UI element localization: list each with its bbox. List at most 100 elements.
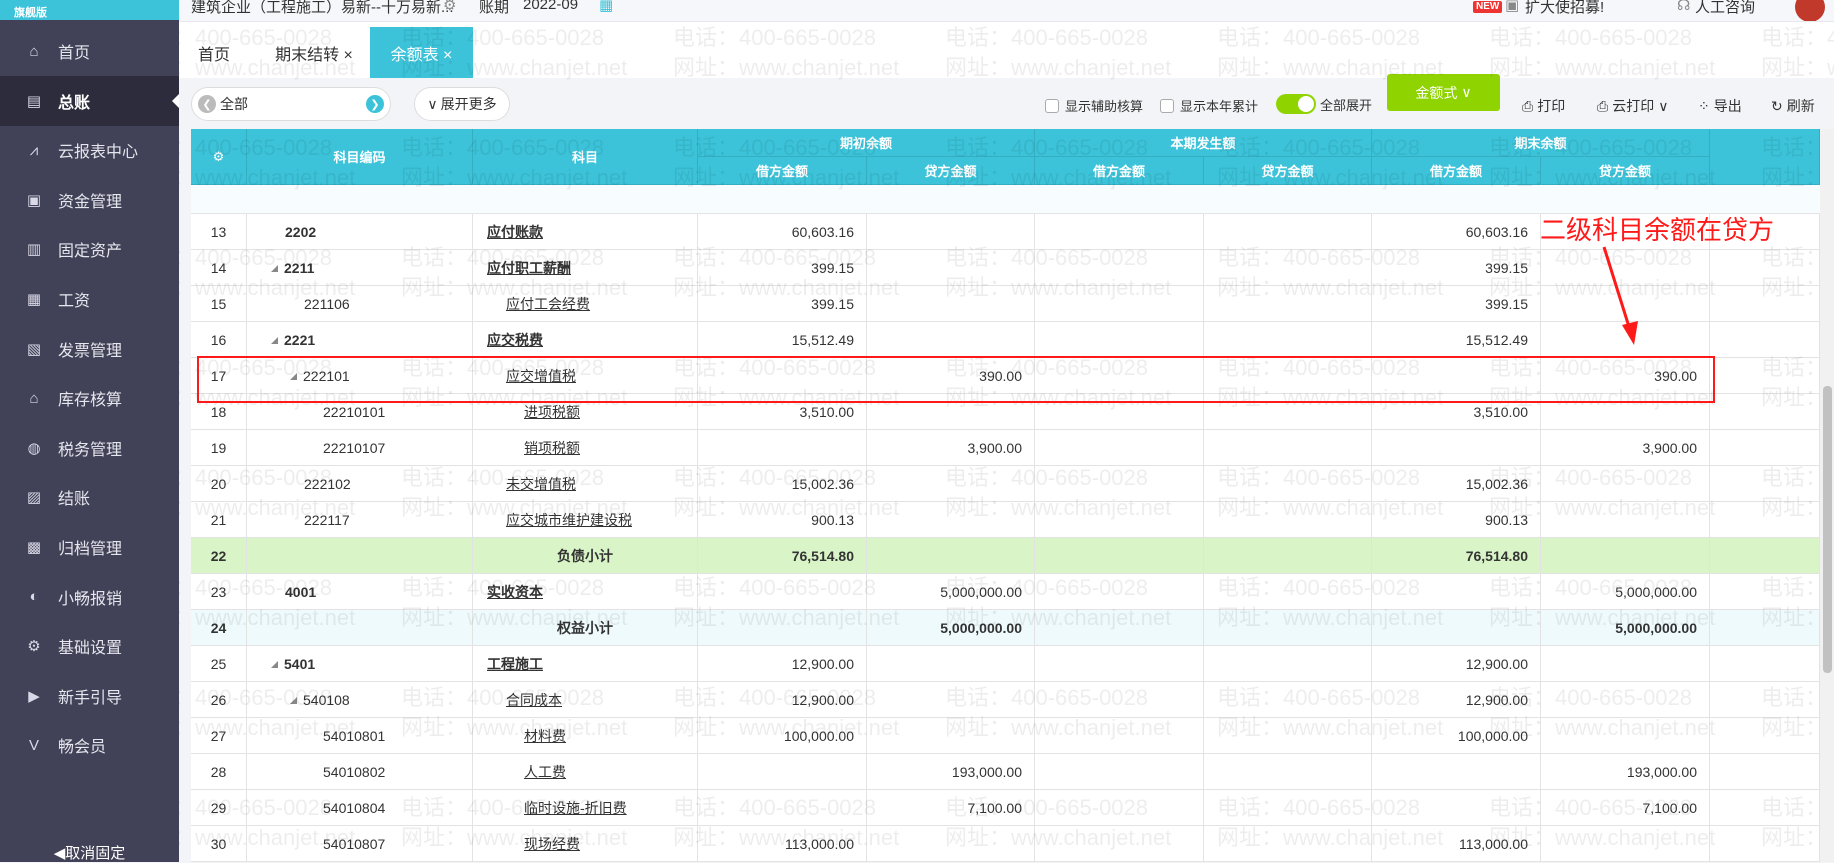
sidebar-item-5[interactable]: ▦ 工资 <box>0 274 179 324</box>
sidebar-item-1[interactable]: ▤ 总账 <box>0 75 179 126</box>
account-name-cell: 应付职工薪酬 <box>473 250 698 286</box>
amount-cell: 5,000,000.00 <box>1541 610 1710 646</box>
sidebar-item-11[interactable]: ◐ 小畅报销 <box>0 572 179 622</box>
prev-icon[interactable]: ❮ <box>198 95 216 113</box>
account-name-link[interactable]: 未交增值税 <box>506 474 576 494</box>
account-name-link[interactable]: 应交税费 <box>487 330 543 350</box>
amount-cell: 5,000,000.00 <box>867 574 1035 610</box>
sidebar-item-3[interactable]: ▣ 资金管理 <box>0 175 179 225</box>
amount-cell <box>867 250 1035 286</box>
chevron-down-icon: ∨ <box>1461 84 1472 100</box>
account-name-link[interactable]: 应交城市维护建设税 <box>506 510 632 530</box>
sidebar-item-6[interactable]: ▧ 发票管理 <box>0 324 179 374</box>
account-name-link[interactable]: 临时设施-折旧费 <box>524 798 627 818</box>
sidebar-item-10[interactable]: ▩ 归档管理 <box>0 522 179 572</box>
promo-link[interactable]: 扩大使招募! <box>1525 0 1604 17</box>
filter-selector[interactable]: ❮ 全部 ❯ <box>191 87 391 121</box>
row-number: 22 <box>191 538 247 574</box>
edition-label: 旗舰版 <box>14 7 47 19</box>
cloud-print-button[interactable]: ⎙ 云打印 ∨ <box>1597 96 1668 116</box>
amount-cell: 15,512.49 <box>698 322 867 358</box>
scrollbar-thumb[interactable] <box>1823 386 1832 673</box>
account-name-link[interactable]: 进项税额 <box>524 402 580 422</box>
next-icon[interactable]: ❯ <box>366 95 384 113</box>
account-code: 22210101 <box>323 404 386 420</box>
account-name-cell: 应付工会经费 <box>473 286 698 322</box>
sidebar-item-13[interactable]: ▶ 新手引导 <box>0 671 179 721</box>
account-name-link[interactable]: 人工费 <box>524 762 566 782</box>
account-name-cell: 现场经费 <box>473 826 698 862</box>
blank-cell <box>1710 790 1820 826</box>
amount-cell <box>1372 790 1541 826</box>
unpin-sidebar-button[interactable]: ◀取消固定 <box>0 842 179 863</box>
expand-all-toggle[interactable]: 全部展开 <box>1276 94 1372 114</box>
account-name-link[interactable]: 应付工会经费 <box>506 294 590 314</box>
sidebar-item-2[interactable]: ⩘ 云报表中心 <box>0 125 179 175</box>
amount-cell <box>1541 646 1710 682</box>
blank-cell <box>1710 610 1820 646</box>
account-name-link[interactable]: 应付账款 <box>487 222 543 242</box>
amount-cell: 399.15 <box>698 286 867 322</box>
amount-cell: 5,000,000.00 <box>867 610 1035 646</box>
show-ytd-checkbox[interactable]: 显示本年累计 <box>1160 96 1258 115</box>
account-name-link[interactable]: 应付职工薪酬 <box>487 258 571 278</box>
expand-more-button[interactable]: ∨ 展开更多 <box>414 87 510 121</box>
sidebar-item-14[interactable]: V 畅会员 <box>0 720 179 770</box>
support-link[interactable]: 人工咨询 <box>1695 0 1755 17</box>
column-settings-icon[interactable]: ⚙ <box>191 129 247 185</box>
expand-triangle-icon[interactable] <box>290 696 297 704</box>
toggle-switch[interactable] <box>1276 94 1316 114</box>
format-dropdown[interactable]: 金额式 ∨ <box>1387 74 1500 111</box>
account-name-link[interactable]: 材料费 <box>524 726 566 746</box>
amount-cell <box>1035 826 1204 862</box>
table-row: 22 负债小计 76,514.80 76,514.80 <box>191 538 1820 574</box>
expand-triangle-icon[interactable] <box>271 660 278 668</box>
calendar-icon[interactable]: ▦ <box>599 0 613 14</box>
tab-home[interactable]: 首页 <box>179 27 249 78</box>
company-selector[interactable]: 建筑企业（工程施工）易新--十万易新... <box>191 0 454 17</box>
sidebar-item-label: 结账 <box>58 491 91 509</box>
account-code-cell: 2221 <box>247 322 473 358</box>
sidebar-item-label: 税务管理 <box>58 441 123 459</box>
video-icon: ▣ <box>1505 0 1520 14</box>
export-button[interactable]: ⁘ 导出 <box>1698 96 1742 116</box>
sidebar-item-label: 首页 <box>58 45 91 62</box>
amount-cell <box>1204 250 1372 286</box>
account-name-link[interactable]: 合同成本 <box>506 690 562 710</box>
sidebar-item-8[interactable]: ◍ 税务管理 <box>0 423 179 473</box>
sidebar-item-label: 小畅报销 <box>58 590 123 608</box>
table-row: 29 54010804 临时设施-折旧费 7,100.00 7,100.00 <box>191 790 1820 826</box>
sidebar-item-0[interactable]: ⌂ 首页 <box>0 26 179 76</box>
checkbox-icon <box>1045 98 1059 113</box>
account-name-link[interactable]: 实收资本 <box>487 582 543 602</box>
tab-period-end-transfer[interactable]: 期末结转 × <box>264 27 364 78</box>
amount-cell <box>1035 250 1204 286</box>
period-value[interactable]: 2022-09 <box>523 0 578 13</box>
account-name-link[interactable]: 销项税额 <box>524 438 580 458</box>
account-name-link[interactable]: 现场经费 <box>524 834 580 854</box>
expand-triangle-icon[interactable] <box>271 264 278 272</box>
amount-cell <box>1204 286 1372 322</box>
sidebar-item-9[interactable]: ▨ 结账 <box>0 472 179 522</box>
row-number: 19 <box>191 430 247 466</box>
headset-icon: ☊ <box>1677 0 1691 14</box>
annotation-text: 二级科目余额在贷方 <box>1540 215 1775 245</box>
expand-triangle-icon[interactable] <box>271 336 278 344</box>
refresh-button[interactable]: ↻ 刷新 <box>1771 96 1815 116</box>
amount-cell: 12,900.00 <box>1372 646 1541 682</box>
amount-cell <box>698 754 867 790</box>
chevron-down-icon: ∨ <box>1658 97 1669 114</box>
show-aux-checkbox[interactable]: 显示辅助核算 <box>1045 96 1143 115</box>
amount-cell <box>1204 610 1372 646</box>
print-button[interactable]: ⎙ 打印 <box>1522 96 1565 116</box>
settings-icon[interactable]: ⚙ <box>443 0 456 14</box>
sidebar-item-7[interactable]: ⌂ 库存核算 <box>0 373 179 423</box>
row-number: 21 <box>191 502 247 538</box>
amount-cell <box>1035 502 1204 538</box>
avatar[interactable] <box>1795 0 1825 21</box>
sidebar-item-12[interactable]: ⚙ 基础设置 <box>0 621 179 671</box>
account-name-link[interactable]: 工程施工 <box>487 654 543 674</box>
account-code-cell: 222102 <box>247 466 473 502</box>
sidebar-item-4[interactable]: ▥ 固定资产 <box>0 224 179 274</box>
tab-balance-sheet[interactable]: 余额表 × <box>370 27 473 78</box>
